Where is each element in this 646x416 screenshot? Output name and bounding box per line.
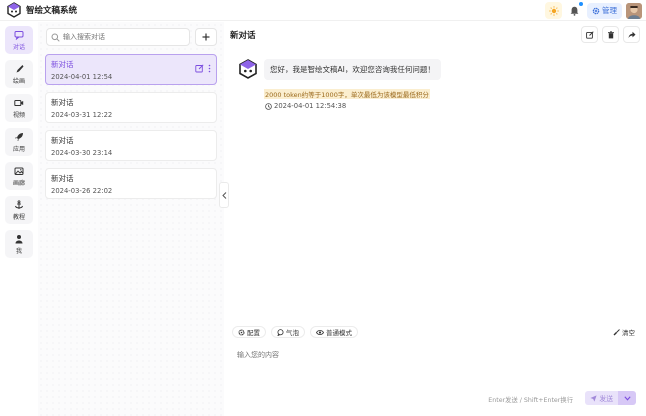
- anchor-icon: [15, 199, 23, 209]
- brush-icon: [16, 64, 24, 72]
- nav-label: 画廊: [12, 179, 25, 187]
- gear-icon: [238, 328, 245, 336]
- message-time-text: 2024-04-01 12:54:38: [274, 102, 347, 110]
- conversation-title: 新对话: [51, 60, 74, 69]
- nav-item-draw[interactable]: 绘画: [5, 60, 33, 88]
- conversation-item[interactable]: 新对话 2024-04-01 12:54: [45, 54, 217, 85]
- conversation-item[interactable]: 新对话 2024-03-31 12:22: [45, 92, 217, 123]
- bell-icon: [570, 6, 579, 16]
- input-hint: Enter发送 / Shift+Enter换行: [488, 397, 573, 404]
- bubble-style-button[interactable]: 气泡: [271, 326, 305, 338]
- video-icon: [14, 99, 24, 106]
- message-timestamp: 2024-04-01 12:54:38: [265, 102, 346, 110]
- bot-avatar-icon: [239, 59, 257, 79]
- send-icon: [590, 394, 598, 402]
- chat-toolbar: [581, 26, 640, 43]
- theme-toggle-button[interactable]: [545, 2, 562, 19]
- edit-icon[interactable]: [195, 64, 204, 73]
- app-title: 智绘文稿系统: [26, 6, 78, 16]
- nav-item-me[interactable]: 我: [5, 230, 33, 258]
- nav-label: 绘画: [12, 77, 25, 85]
- chevron-left-icon: [221, 191, 226, 199]
- notification-button[interactable]: [566, 2, 583, 19]
- chat-bubble-icon: [277, 328, 284, 336]
- config-label: 配置: [247, 329, 260, 337]
- user-photo-icon: [626, 2, 642, 19]
- nav-item-gallery[interactable]: 画廊: [5, 162, 33, 190]
- token-note: 2000 token约等于1000字，单次最低为该模型最低积分: [264, 89, 430, 99]
- conversation-title: 新对话: [51, 174, 74, 183]
- new-conversation-button[interactable]: [195, 28, 217, 46]
- send-label: 发送: [599, 395, 613, 403]
- gear-icon: [592, 7, 600, 14]
- send-group: 发送: [585, 391, 636, 405]
- user-icon: [15, 234, 23, 243]
- rename-button[interactable]: [581, 26, 598, 43]
- nav-label: 对话: [12, 43, 25, 51]
- notification-dot: [579, 2, 583, 6]
- nav-label: 教程: [12, 213, 25, 221]
- clock-icon: [265, 102, 272, 110]
- eye-icon: [316, 329, 324, 335]
- manage-label: 管理: [602, 6, 617, 15]
- config-button[interactable]: 配置: [232, 326, 266, 338]
- conversation-time: 2024-03-31 12:22: [51, 111, 113, 119]
- conversation-title: 新对话: [51, 98, 74, 107]
- nav-label: 我: [15, 247, 22, 255]
- nav-label: 视频: [12, 111, 25, 119]
- mode-button[interactable]: 普通模式: [310, 326, 358, 338]
- side-nav: 对话 绘画 视频 应用 画廊 教程 我: [0, 22, 38, 416]
- search-input[interactable]: [63, 33, 183, 41]
- conversation-panel: 新对话 2024-04-01 12:54 新对话 2024-03-31 12:2…: [38, 22, 224, 416]
- app-logo-icon: [7, 2, 21, 18]
- chat-area: 新对话 您好，我是智绘文稿AI，欢迎您咨询我任何问题！ 2000 token约等…: [229, 22, 646, 416]
- header-actions: 管理: [545, 2, 642, 19]
- plus-icon: [202, 33, 210, 41]
- share-icon: [628, 31, 635, 38]
- search-box[interactable]: [46, 28, 190, 46]
- nav-item-video[interactable]: 视频: [5, 94, 33, 122]
- conversation-actions: [195, 64, 211, 73]
- broom-icon: [613, 328, 620, 335]
- trash-icon: [607, 30, 614, 38]
- clear-button[interactable]: 清空: [610, 326, 638, 338]
- nav-label: 应用: [12, 145, 25, 153]
- clear-label: 清空: [622, 329, 635, 337]
- user-avatar[interactable]: [626, 2, 642, 19]
- delete-button[interactable]: [602, 26, 619, 43]
- conversation-item[interactable]: 新对话 2024-03-26 22:02: [45, 168, 217, 199]
- rocket-icon: [15, 132, 23, 141]
- nav-item-chat[interactable]: 对话: [5, 26, 33, 54]
- conversation-time: 2024-03-26 22:02: [51, 187, 113, 195]
- top-bar: 智绘文稿系统 管理: [0, 0, 646, 21]
- share-button[interactable]: [623, 26, 640, 43]
- conversation-time: 2024-04-01 12:54: [51, 73, 113, 81]
- send-options-button[interactable]: [618, 391, 636, 405]
- send-button[interactable]: 发送: [585, 391, 618, 405]
- conversation-time: 2024-03-30 23:14: [51, 149, 113, 157]
- conversation-title: 新对话: [51, 136, 74, 145]
- sun-icon: [548, 5, 559, 16]
- search-icon: [51, 33, 60, 42]
- assistant-message: 您好，我是智绘文稿AI，欢迎您咨询我任何问题！: [264, 59, 441, 80]
- chat-title: 新对话: [230, 31, 256, 41]
- collapse-sidebar-button[interactable]: [219, 182, 229, 208]
- input-toolbar: 配置 气泡 普通模式: [232, 326, 358, 338]
- chevron-down-icon: [623, 395, 631, 401]
- gallery-icon: [14, 167, 24, 175]
- bubble-label: 气泡: [286, 329, 299, 337]
- manage-button[interactable]: 管理: [587, 2, 622, 19]
- mode-label: 普通模式: [326, 329, 352, 337]
- chat-icon: [14, 30, 24, 40]
- message-input[interactable]: [233, 346, 637, 412]
- nav-item-apps[interactable]: 应用: [5, 128, 33, 156]
- more-vertical-icon[interactable]: [208, 64, 211, 73]
- nav-item-tutorial[interactable]: 教程: [5, 196, 33, 224]
- conversation-item[interactable]: 新对话 2024-03-30 23:14: [45, 130, 217, 161]
- edit-icon: [585, 30, 594, 39]
